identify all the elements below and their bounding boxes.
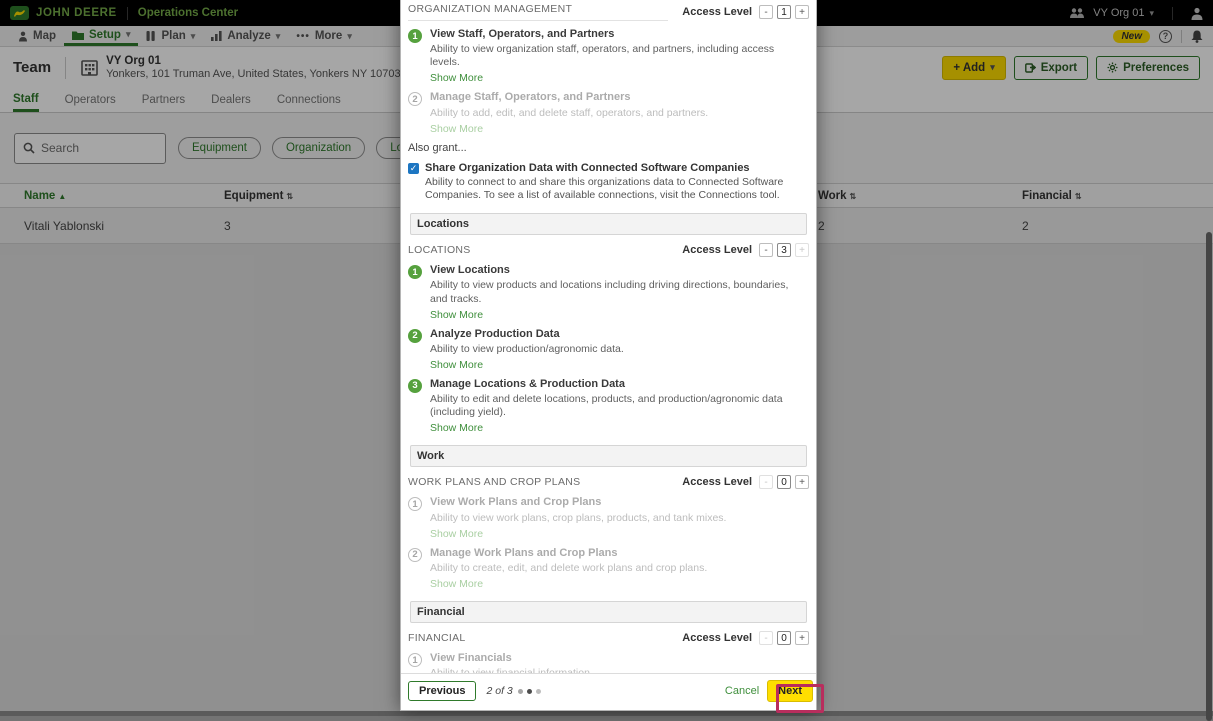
show-more-link[interactable]: Show More <box>430 359 624 371</box>
stepper-minus-button[interactable]: - <box>759 631 773 645</box>
access-level-modal: ORGANIZATION MANAGEMENT Access Level - 1… <box>400 0 817 711</box>
permission-title: View Financials <box>430 652 593 665</box>
permission-title: View Staff, Operators, and Partners <box>430 28 802 41</box>
access-level-label: Access Level <box>682 476 752 488</box>
access-level-stepper-org: Access Level - 1 + <box>682 5 809 19</box>
level-number-badge: 1 <box>408 497 422 511</box>
level-number-badge: 2 <box>408 548 422 562</box>
permission-title: Manage Work Plans and Crop Plans <box>430 547 707 560</box>
permission-item: 2 Manage Work Plans and Crop Plans Abili… <box>408 547 809 590</box>
stepper-plus-button[interactable]: + <box>795 243 809 257</box>
page-dot <box>518 689 523 694</box>
permission-description: Ability to view products and locations i… <box>430 279 802 305</box>
page-dots <box>518 689 541 694</box>
group-label-financial: FINANCIAL <box>408 632 668 644</box>
level-number-badge: 1 <box>408 653 422 667</box>
level-number-badge: 1 <box>408 265 422 279</box>
group-label-work-plans: WORK PLANS AND CROP PLANS <box>408 476 668 488</box>
stepper-minus-button[interactable]: - <box>759 475 773 489</box>
section-band-work: Work <box>410 445 807 467</box>
next-button[interactable]: Next <box>767 680 813 702</box>
group-label-organization-management: ORGANIZATION MANAGEMENT <box>408 3 668 21</box>
permission-item: 3 Manage Locations & Production Data Abi… <box>408 378 809 434</box>
show-more-link[interactable]: Show More <box>430 309 802 321</box>
permission-description: Ability to edit and delete locations, pr… <box>430 393 802 419</box>
stepper-value: 0 <box>777 475 791 489</box>
page-dot <box>536 689 541 694</box>
scrollbar-thumb[interactable] <box>1206 232 1212 721</box>
share-data-option: ✓ Share Organization Data with Connected… <box>408 162 809 175</box>
permission-description: Ability to view work plans, crop plans, … <box>430 512 726 525</box>
checkbox-label: Share Organization Data with Connected S… <box>425 162 750 175</box>
access-level-label: Access Level <box>682 632 752 644</box>
permission-description: Ability to create, edit, and delete work… <box>430 562 707 575</box>
checkbox-checked[interactable]: ✓ <box>408 163 419 174</box>
access-level-stepper-work: Access Level - 0 + <box>682 475 809 489</box>
permission-title: View Locations <box>430 264 802 277</box>
permission-item: 1 View Staff, Operators, and Partners Ab… <box>408 28 809 84</box>
stepper-minus-button[interactable]: - <box>759 243 773 257</box>
show-more-link[interactable]: Show More <box>430 72 802 84</box>
section-band-locations: Locations <box>410 213 807 235</box>
access-level-stepper-financial: Access Level - 0 + <box>682 631 809 645</box>
stepper-plus-button[interactable]: + <box>795 475 809 489</box>
show-more-link[interactable]: Show More <box>430 528 726 540</box>
group-label-locations: LOCATIONS <box>408 244 668 256</box>
level-number-badge: 3 <box>408 379 422 393</box>
page-indicator-text: 2 of 3 <box>486 685 512 697</box>
stepper-value: 0 <box>777 631 791 645</box>
permission-description: Ability to add, edit, and delete staff, … <box>430 107 708 120</box>
page-dot-active <box>527 689 532 694</box>
level-number-badge: 2 <box>408 329 422 343</box>
permission-title: View Work Plans and Crop Plans <box>430 496 726 509</box>
stepper-plus-button[interactable]: + <box>795 631 809 645</box>
show-more-link[interactable]: Show More <box>430 123 708 135</box>
permission-item: 2 Analyze Production Data Ability to vie… <box>408 328 809 371</box>
level-number-badge: 1 <box>408 29 422 43</box>
permission-description: Ability to view production/agronomic dat… <box>430 343 624 356</box>
permission-item: 1 View Financials Ability to view financ… <box>408 652 809 673</box>
page-indicator: 2 of 3 <box>486 685 540 697</box>
permission-description: Ability to view organization staff, oper… <box>430 43 802 69</box>
access-level-label: Access Level <box>682 6 752 18</box>
stepper-plus-button[interactable]: + <box>795 5 809 19</box>
previous-button[interactable]: Previous <box>408 681 476 701</box>
permission-title: Manage Staff, Operators, and Partners <box>430 91 708 104</box>
modal-content: ORGANIZATION MANAGEMENT Access Level - 1… <box>401 0 816 673</box>
modal-footer: Previous 2 of 3 Cancel Next <box>401 673 816 710</box>
permission-item: 1 View Work Plans and Crop Plans Ability… <box>408 496 809 539</box>
permission-title: Manage Locations & Production Data <box>430 378 802 391</box>
screen: JOHN DEERE Operations Center VY Org 01 ▾… <box>0 0 1213 721</box>
show-more-link[interactable]: Show More <box>430 422 802 434</box>
permission-item: 2 Manage Staff, Operators, and Partners … <box>408 91 809 134</box>
permission-title: Analyze Production Data <box>430 328 624 341</box>
stepper-value: 3 <box>777 243 791 257</box>
checkbox-description: Ability to connect to and share this org… <box>425 176 807 202</box>
stepper-minus-button[interactable]: - <box>759 5 773 19</box>
access-level-stepper-locations: Access Level - 3 + <box>682 243 809 257</box>
access-level-label: Access Level <box>682 244 752 256</box>
level-number-badge: 2 <box>408 92 422 106</box>
section-band-financial: Financial <box>410 601 807 623</box>
stepper-value: 1 <box>777 5 791 19</box>
cancel-link[interactable]: Cancel <box>725 685 759 697</box>
show-more-link[interactable]: Show More <box>430 578 707 590</box>
permission-item: 1 View Locations Ability to view product… <box>408 264 809 320</box>
also-grant-label: Also grant... <box>408 142 809 154</box>
